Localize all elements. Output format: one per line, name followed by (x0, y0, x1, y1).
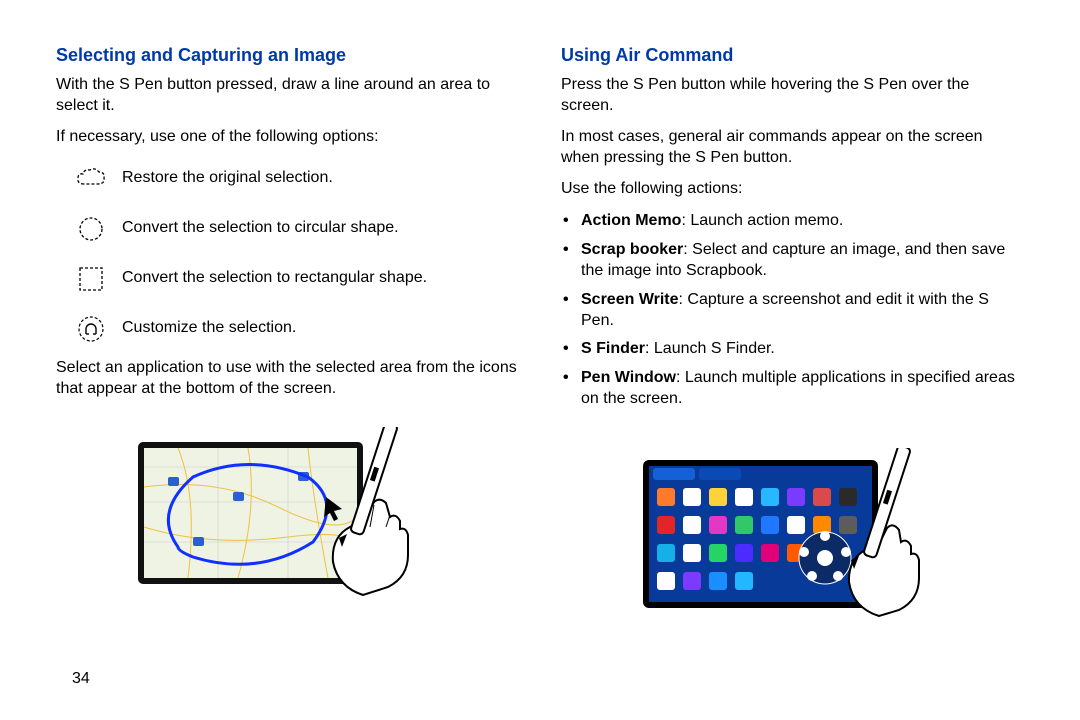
item-scrap-booker: Scrap booker: Select and capture an imag… (563, 240, 1024, 282)
option-rect: Convert the selection to rectangular sha… (74, 264, 519, 294)
left-figure (138, 427, 438, 604)
rect-icon (74, 264, 108, 294)
item-action-memo: Action Memo: Launch action memo. (563, 211, 1024, 232)
circle-icon (74, 214, 108, 244)
restore-icon (74, 164, 108, 194)
right-column: Using Air Command Press the S Pen button… (561, 44, 1024, 696)
right-figure (643, 448, 943, 625)
option-magnet-label: Customize the selection. (122, 318, 519, 339)
right-heading: Using Air Command (561, 44, 1024, 67)
item-screen-write: Screen Write: Capture a screenshot and e… (563, 290, 1024, 332)
option-rect-label: Convert the selection to rectangular sha… (122, 268, 519, 289)
left-column: Selecting and Capturing an Image With th… (56, 44, 519, 696)
option-magnet: Customize the selection. (74, 314, 519, 344)
left-intro-1: With the S Pen button pressed, draw a li… (56, 75, 519, 117)
magnet-icon (74, 314, 108, 344)
option-circle-label: Convert the selection to circular shape. (122, 218, 519, 239)
item-pen-window: Pen Window: Launch multiple applications… (563, 368, 1024, 410)
right-p2: In most cases, general air commands appe… (561, 127, 1024, 169)
right-p3: Use the following actions: (561, 179, 1024, 200)
option-circle: Convert the selection to circular shape. (74, 214, 519, 244)
air-command-list: Action Memo: Launch action memo. Scrap b… (563, 211, 1024, 417)
item-s-finder: S Finder: Launch S Finder. (563, 339, 1024, 360)
option-restore-label: Restore the original selection. (122, 168, 519, 189)
option-restore: Restore the original selection. (74, 164, 519, 194)
page-number: 34 (72, 669, 90, 690)
left-intro-2: If necessary, use one of the following o… (56, 127, 519, 148)
right-p1: Press the S Pen button while hovering th… (561, 75, 1024, 117)
left-heading: Selecting and Capturing an Image (56, 44, 519, 67)
left-paragraph-3: Select an application to use with the se… (56, 358, 519, 400)
